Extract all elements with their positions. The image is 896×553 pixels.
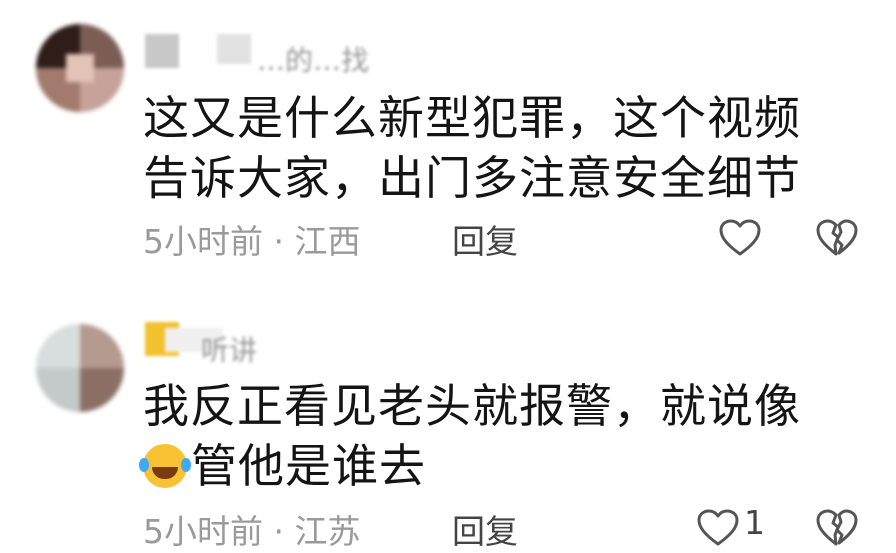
like-count: 1: [744, 503, 765, 542]
meta-separator: ·: [263, 222, 295, 261]
like-button[interactable]: [718, 218, 762, 258]
comment-text-line: 告诉大家，出门多注意安全细节: [143, 151, 801, 205]
comment-text: 这又是什么新型犯罪，这个视频 告诉大家，出门多注意安全细节: [143, 88, 843, 208]
comment-meta: 5小时前 · 江西: [143, 215, 360, 263]
comment-text-line: 管他是谁去: [191, 439, 426, 493]
comment-location: 江西: [294, 222, 361, 261]
comment-text-line-2: 管他是谁去: [139, 436, 843, 496]
avatar[interactable]: [36, 24, 124, 112]
broken-heart-icon: [816, 509, 858, 546]
avatar[interactable]: [36, 324, 124, 412]
username-text: 听讲: [201, 334, 258, 367]
comment-item: 听讲 我反正看见老头就报警，就说像 管他是谁去 5小时前 · 江苏 回复 1: [0, 300, 896, 551]
comment-item: …的…找 这又是什么新型犯罪，这个视频 告诉大家，出门多注意安全细节 5小时前 …: [0, 0, 896, 280]
comment-text: 我反正看见老头就报警，就说像 管他是谁去: [139, 376, 843, 496]
comment-location: 江苏: [294, 512, 361, 551]
dislike-button[interactable]: [815, 218, 859, 258]
comment-time: 5小时前: [143, 512, 263, 551]
like-button[interactable]: [696, 508, 740, 548]
username-text: …的…找: [257, 44, 370, 77]
broken-heart-icon: [816, 219, 858, 256]
rolling-on-floor-laughing-emoji-icon: [139, 444, 187, 488]
meta-separator: ·: [263, 512, 295, 551]
heart-icon: [719, 219, 761, 256]
heart-icon: [697, 509, 739, 546]
username[interactable]: 听讲: [145, 322, 405, 367]
comment-text-line: 这又是什么新型犯罪，这个视频: [143, 91, 801, 145]
reply-button[interactable]: 回复: [452, 215, 518, 263]
comment-time: 5小时前: [143, 222, 263, 261]
dislike-button[interactable]: [815, 508, 859, 548]
comment-text-line: 我反正看见老头就报警，就说像: [143, 379, 801, 433]
username[interactable]: …的…找: [145, 34, 405, 77]
